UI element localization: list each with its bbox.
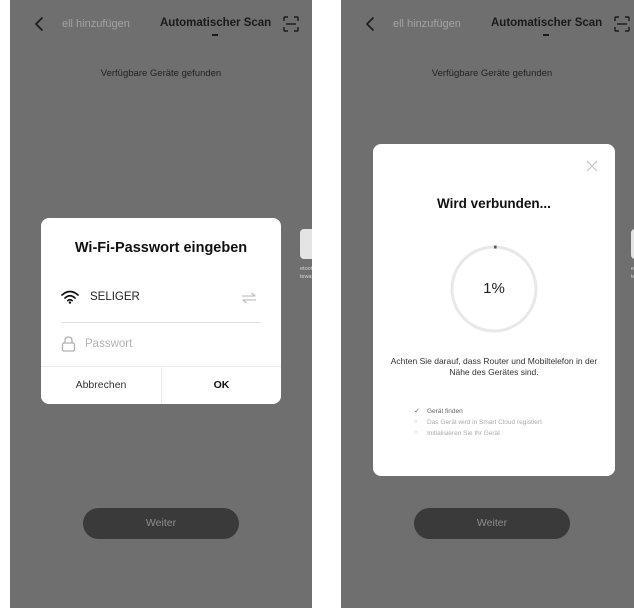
circle-icon: ○ bbox=[414, 419, 418, 425]
cancel-button[interactable]: Abbrechen bbox=[41, 366, 161, 404]
devices-found-text: Verfügbare Geräte gefunden bbox=[431, 68, 553, 79]
password-input[interactable] bbox=[85, 335, 255, 353]
chevron-left-icon[interactable] bbox=[361, 14, 381, 34]
step-item: ✓ Gerät finden bbox=[414, 406, 542, 417]
tab-auto-scan[interactable]: Automatischer Scan bbox=[160, 17, 271, 29]
next-button[interactable]: Weiter bbox=[83, 508, 239, 539]
ok-button[interactable]: OK bbox=[162, 366, 281, 404]
phone-screen-wifi-password: ell hinzufügen Automatischer Scan Verfüg… bbox=[10, 0, 312, 608]
device-card-peek-label: etooth teway bbox=[300, 266, 312, 280]
wifi-network-name: SELIGER bbox=[90, 291, 140, 303]
top-nav-bar: ell hinzufügen Automatischer Scan bbox=[341, 0, 634, 50]
device-card-peek bbox=[300, 229, 312, 259]
step-label: Initialisieren Sie Ihr Gerät bbox=[427, 430, 500, 437]
chevron-left-icon[interactable] bbox=[30, 14, 50, 34]
connection-hint: Achten Sie darauf, dass Router und Mobil… bbox=[390, 356, 598, 377]
lock-icon bbox=[61, 336, 76, 352]
step-label: Das Gerät wird in Smart Cloud registiert bbox=[427, 419, 542, 426]
field-divider bbox=[61, 322, 261, 323]
swap-icon[interactable] bbox=[241, 292, 257, 304]
tab-add-manually[interactable]: ell hinzufügen bbox=[62, 18, 130, 30]
tab-active-indicator bbox=[212, 34, 218, 36]
scan-frame-icon[interactable] bbox=[613, 15, 631, 33]
tab-add-manually[interactable]: ell hinzufügen bbox=[393, 18, 461, 30]
dialog-title: Wi-Fi-Passwort eingeben bbox=[74, 240, 248, 256]
tab-active-indicator bbox=[543, 34, 549, 36]
scan-frame-icon[interactable] bbox=[282, 15, 300, 33]
checkmark-icon: ✓ bbox=[414, 408, 420, 415]
step-list: ✓ Gerät finden ○ Das Gerät wird in Smart… bbox=[414, 406, 542, 439]
close-icon[interactable] bbox=[586, 160, 598, 172]
devices-found-text: Verfügbare Geräte gefunden bbox=[100, 68, 222, 79]
step-item: ○ Das Gerät wird in Smart Cloud registie… bbox=[414, 417, 542, 428]
top-nav-bar: ell hinzufügen Automatischer Scan bbox=[10, 0, 312, 50]
progress-percent: 1% bbox=[483, 280, 505, 297]
next-button[interactable]: Weiter bbox=[414, 508, 570, 539]
connecting-dialog: Wird verbunden... 1% Achten Sie darauf, … bbox=[373, 144, 615, 476]
tab-auto-scan[interactable]: Automatischer Scan bbox=[491, 17, 602, 29]
phone-screen-connecting: ell hinzufügen Automatischer Scan Verfüg… bbox=[341, 0, 634, 608]
dialog-title: Wird verbunden... bbox=[437, 196, 551, 211]
wifi-icon bbox=[61, 290, 79, 304]
step-item: ○ Initialisieren Sie Ihr Gerät bbox=[414, 428, 542, 439]
step-label: Gerät finden bbox=[427, 408, 463, 415]
circle-icon: ○ bbox=[414, 430, 418, 436]
wifi-password-dialog: Wi-Fi-Passwort eingeben SELIGER Abbreche… bbox=[41, 218, 281, 404]
